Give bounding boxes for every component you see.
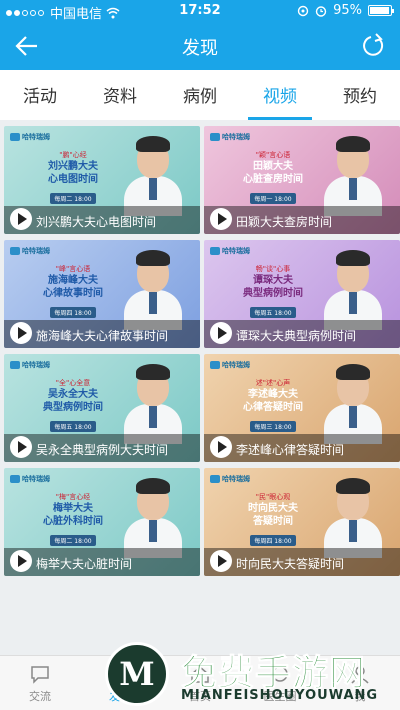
watermark-logo: [105, 642, 169, 706]
play-icon[interactable]: [10, 322, 32, 344]
video-card[interactable]: 哈特瑞姆 述"述"心声 李述峰大夫 心律答疑时间 每周三 18:00 李述峰心律…: [204, 354, 400, 462]
brand-logo: 哈特瑞姆: [210, 246, 250, 256]
promo-text: "颖"言心语 田颖大夫 心脏查房时间 每周一 18:00: [243, 151, 303, 204]
doctor-photo: [124, 250, 182, 330]
nav-label: 交流: [29, 690, 51, 703]
promo-text: "鹏"心经 刘兴鹏大夫 心电图时间 每周二 18:00: [48, 151, 98, 204]
promo-text: "梅"言心经 梅举大夫 心脏外科时间 每周二 18:00: [43, 493, 103, 546]
video-card[interactable]: 哈特瑞姆 "民"眼心观 时向民大夫 答疑时间 每周四 18:00 时向民大夫答疑…: [204, 468, 400, 576]
tab-appointment[interactable]: 预约: [320, 70, 400, 120]
play-icon[interactable]: [10, 436, 32, 458]
battery-icon: [368, 5, 394, 16]
watermark-subtitle: MIANFEISHOUYOUWANG: [181, 688, 379, 703]
brand-logo: 哈特瑞姆: [10, 360, 50, 370]
video-card[interactable]: 哈特瑞姆 "鹏"心经 刘兴鹏大夫 心电图时间 每周二 18:00 刘兴鹏大夫心电…: [4, 126, 200, 234]
doctor-photo: [324, 478, 382, 558]
video-title: 施海峰大夫心律故事时间: [4, 320, 200, 348]
brand-logo: 哈特瑞姆: [10, 132, 50, 142]
promo-text: 述"述"心声 李述峰大夫 心律答疑时间 每周三 18:00: [243, 379, 303, 432]
brand-logo: 哈特瑞姆: [210, 360, 250, 370]
nav-bar: 发现: [0, 22, 400, 70]
promo-text: "全"心全意 吴永全大夫 典型病例时间 每周五 18:00: [43, 379, 103, 432]
tab-video[interactable]: 视频: [240, 70, 320, 120]
tab-bar: 活动 资料 病例 视频 预约: [0, 70, 400, 120]
doctor-photo: [324, 364, 382, 444]
promo-text: "峰"言心语 施海峰大夫 心律故事时间 每周四 18:00: [43, 265, 103, 318]
tab-materials[interactable]: 资料: [80, 70, 160, 120]
play-icon[interactable]: [10, 550, 32, 572]
video-card[interactable]: 哈特瑞姆 "峰"言心语 施海峰大夫 心律故事时间 每周四 18:00 施海峰大夫…: [4, 240, 200, 348]
brand-logo: 哈特瑞姆: [10, 474, 50, 484]
promo-text: "民"眼心观 时向民大夫 答疑时间 每周四 18:00: [248, 493, 298, 546]
play-icon[interactable]: [210, 436, 232, 458]
play-icon[interactable]: [210, 322, 232, 344]
promo-text: 畅"谈"心事 谭琛大夫 典型病例时间 每周五 18:00: [243, 265, 303, 318]
status-right: 95%: [297, 3, 394, 18]
video-title: 吴永全典型病例大夫时间: [4, 434, 200, 462]
video-card[interactable]: 哈特瑞姆 畅"谈"心事 谭琛大夫 典型病例时间 每周五 18:00 谭琛大夫典型…: [204, 240, 400, 348]
video-title: 刘兴鹏大夫心电图时间: [4, 206, 200, 234]
video-card[interactable]: 哈特瑞姆 "梅"言心经 梅举大夫 心脏外科时间 每周二 18:00 梅举大夫心脏…: [4, 468, 200, 576]
doctor-photo: [124, 478, 182, 558]
status-bar: 中国电信 17:52 95%: [0, 0, 400, 22]
video-card[interactable]: 哈特瑞姆 "颖"言心语 田颖大夫 心脏查房时间 每周一 18:00 田颖大夫查房…: [204, 126, 400, 234]
alarm-icon: [315, 5, 327, 17]
page-title: 发现: [182, 38, 218, 59]
video-title: 梅举大夫心脏时间: [4, 548, 200, 576]
battery-percent: 95%: [333, 3, 362, 18]
video-grid: 哈特瑞姆 "鹏"心经 刘兴鹏大夫 心电图时间 每周二 18:00 刘兴鹏大夫心电…: [0, 120, 400, 655]
brand-logo: 哈特瑞姆: [210, 132, 250, 142]
brand-logo: 哈特瑞姆: [210, 474, 250, 484]
video-title: 谭琛大夫典型病例时间: [204, 320, 400, 348]
nav-item-chat[interactable]: 交流: [0, 656, 80, 710]
tab-cases[interactable]: 病例: [160, 70, 240, 120]
video-title: 时向民大夫答疑时间: [204, 548, 400, 576]
video-title: 田颖大夫查房时间: [204, 206, 400, 234]
doctor-photo: [124, 136, 182, 216]
video-card[interactable]: 哈特瑞姆 "全"心全意 吴永全大夫 典型病例时间 每周五 18:00 吴永全典型…: [4, 354, 200, 462]
watermark: 免费手游网 MIANFEISHOUYOUWANG: [105, 638, 400, 710]
doctor-photo: [324, 136, 382, 216]
play-icon[interactable]: [10, 208, 32, 230]
brand-logo: 哈特瑞姆: [10, 246, 50, 256]
play-icon[interactable]: [210, 550, 232, 572]
location-icon: [297, 5, 309, 16]
refresh-icon[interactable]: [358, 31, 388, 61]
tab-activity[interactable]: 活动: [0, 70, 80, 120]
play-icon[interactable]: [210, 208, 232, 230]
doctor-photo: [124, 364, 182, 444]
chat-icon: [31, 666, 49, 684]
video-title: 李述峰心律答疑时间: [204, 434, 400, 462]
doctor-photo: [324, 250, 382, 330]
